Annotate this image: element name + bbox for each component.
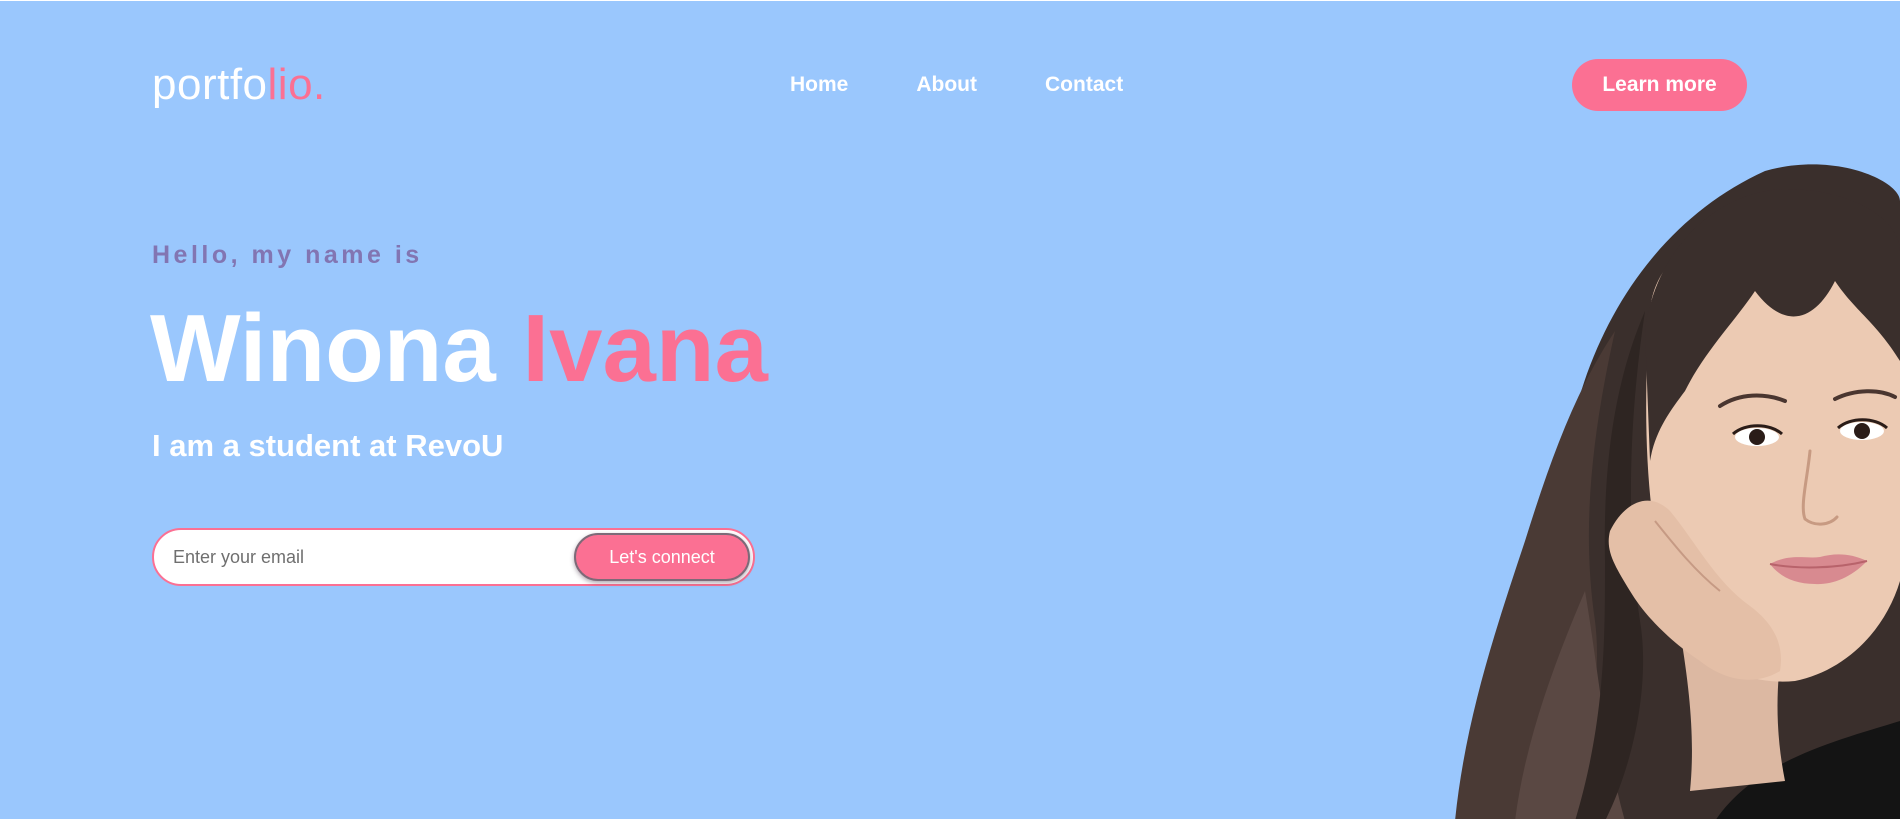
profile-photo [1455, 161, 1900, 819]
last-name: Ivana [522, 295, 768, 402]
logo-main-text: portfo [152, 60, 268, 109]
email-signup-form: Let's connect [152, 528, 755, 586]
lets-connect-button[interactable]: Let's connect [574, 533, 750, 581]
main-nav: Home About Contact [790, 73, 1123, 97]
first-name: Winona [150, 295, 496, 402]
hero-name: Winona Ivana [150, 296, 768, 401]
hero-subtitle: I am a student at RevoU [152, 428, 504, 463]
logo-accent-text: lio. [267, 60, 326, 109]
learn-more-button[interactable]: Learn more [1572, 59, 1747, 111]
hero-section: portfolio. Home About Contact Learn more… [0, 1, 1900, 819]
email-input[interactable] [154, 530, 554, 584]
nav-link-contact[interactable]: Contact [1045, 73, 1123, 97]
nav-link-about[interactable]: About [916, 73, 977, 97]
greeting-text: Hello, my name is [152, 241, 423, 269]
nav-link-home[interactable]: Home [790, 73, 848, 97]
logo[interactable]: portfolio. [152, 59, 326, 111]
